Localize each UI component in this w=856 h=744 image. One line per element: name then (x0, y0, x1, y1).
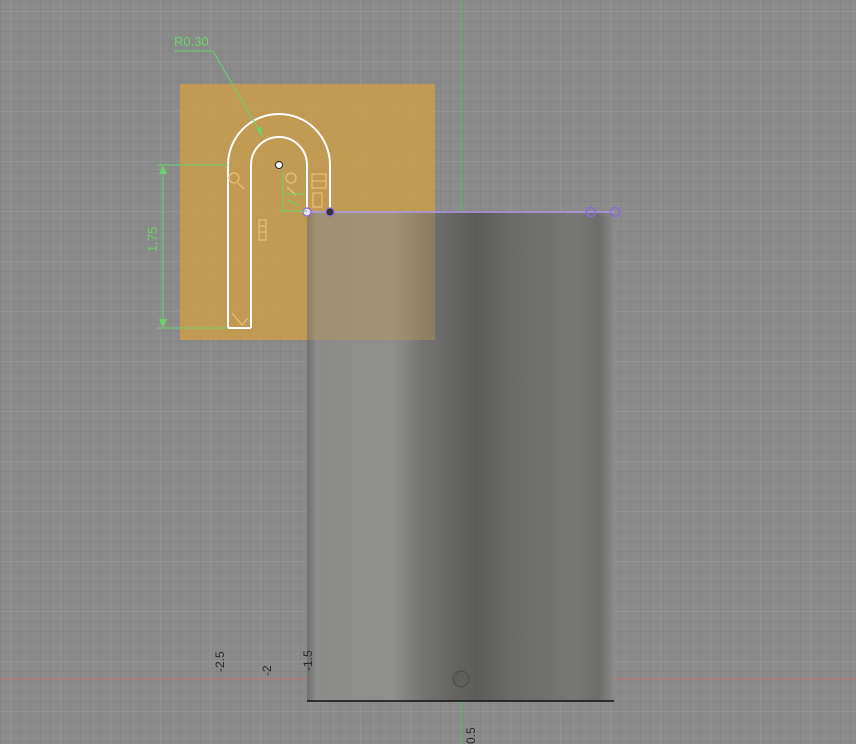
radius-dimension-label: R0.30 (174, 34, 209, 49)
axis-tick-label-3: -1.5 (301, 650, 315, 671)
axis-tick-label-4: 0.5 (464, 727, 478, 744)
origin-marker[interactable] (452, 670, 470, 688)
constraint-point-inner[interactable] (325, 207, 335, 217)
sketch-plane-overlap (307, 211, 435, 340)
cad-3d-viewport[interactable]: R0.30 1.75 -2.5 -2 -1.5 0.5 (0, 0, 856, 744)
height-dimension-label: 1.75 (145, 227, 160, 252)
axis-tick-label-1: -2.5 (213, 651, 227, 672)
arc-center-point[interactable] (275, 161, 283, 169)
constraint-point-left[interactable] (302, 207, 312, 217)
axis-tick-label-2: -2 (260, 665, 274, 676)
scene-canvas[interactable]: R0.30 1.75 -2.5 -2 -1.5 0.5 (0, 0, 856, 744)
